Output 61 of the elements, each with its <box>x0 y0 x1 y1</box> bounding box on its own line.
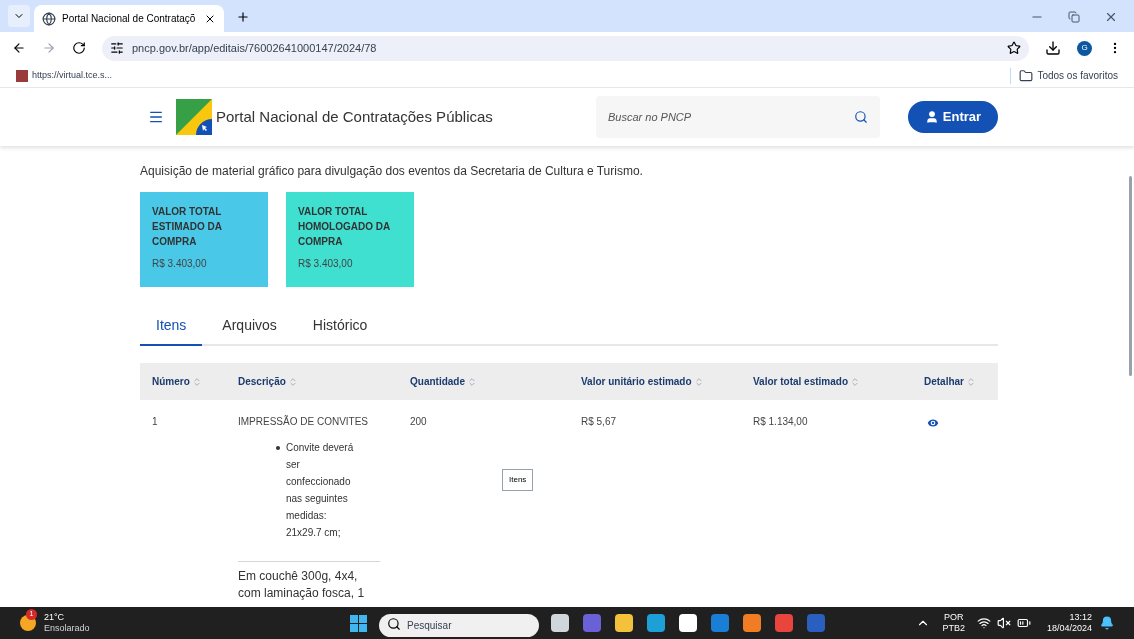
logo-icon <box>176 99 212 135</box>
restore-icon[interactable] <box>1068 11 1080 23</box>
search-icon <box>387 616 401 631</box>
table-cell-text: IMPRESSÃO DE CONVITES <box>238 414 370 429</box>
bookmarks-folder[interactable]: Todos os favoritos <box>1019 68 1118 83</box>
clock-date[interactable]: 18/04/2024 <box>1046 623 1092 634</box>
keyboard-layout-text[interactable]: PTB2 <box>942 623 965 634</box>
bookmark-star-icon[interactable] <box>1007 41 1021 55</box>
tab-title: Portal Nacional de Contrataçõ <box>62 12 197 26</box>
muted-speaker-icon[interactable] <box>996 616 1011 630</box>
bookmark-item[interactable]: https://virtual.tce.s... <box>16 68 113 83</box>
table-cell-text: 200 <box>410 415 428 429</box>
menu-icon[interactable] <box>148 109 164 125</box>
tab-list-button[interactable] <box>8 5 30 27</box>
address-bar[interactable]: pncp.gov.br/app/editais/76002641000147/2024/78 <box>102 35 1029 61</box>
site-settings-icon[interactable] <box>110 41 124 55</box>
download-icon[interactable] <box>1045 40 1061 56</box>
profile-avatar[interactable]: G <box>1077 40 1092 56</box>
item-specification: Em couchê 300g, 4x4, <box>238 568 359 585</box>
reload-icon[interactable] <box>72 41 86 55</box>
taskbar-search-field[interactable]: Pesquisar <box>379 613 539 637</box>
column-header[interactable]: Valor unitário estimado <box>581 374 753 389</box>
content-tab[interactable]: Itens <box>140 315 203 346</box>
temperature-text: 21°C <box>44 612 66 623</box>
url-text: pncp.gov.br/app/editais/76002641000147/2024/78 <box>132 40 377 56</box>
login-button[interactable]: Entrar <box>908 101 998 133</box>
column-header[interactable]: Quantidade <box>410 374 581 389</box>
card-value: R$ 3.403,00 <box>152 257 208 271</box>
tooltip: Itens <box>502 469 534 491</box>
notification-bell-icon[interactable] <box>1100 616 1114 630</box>
browser-tab[interactable]: Portal Nacional de Contrataçõ <box>34 5 224 32</box>
content-tab[interactable]: Arquivos <box>206 315 293 346</box>
sun-icon <box>20 615 36 631</box>
site-title: Portal Nacional de Contratações Públicas <box>216 106 493 127</box>
card-label: VALOR TOTAL ESTIMADO DA COMPRA <box>152 205 223 249</box>
column-header[interactable]: Valor total estimado <box>753 374 924 389</box>
item-specification: com laminação fosca, 1 <box>238 585 366 602</box>
table-cell-text: R$ 1.134,00 <box>753 415 809 429</box>
description-text: Aquisição de material gráfico para divulgação dos eventos da Secretaria de Cultura e Turismo. <box>140 163 644 180</box>
weather-condition: Ensolarado <box>44 623 90 634</box>
back-icon[interactable] <box>12 41 26 55</box>
content-tab[interactable]: Histórico <box>296 315 384 346</box>
column-header[interactable]: Número <box>152 374 238 389</box>
globe-icon <box>42 11 56 26</box>
card-label: VALOR TOTAL HOMOLOGADO DA COMPRA <box>298 205 391 249</box>
battery-icon[interactable] <box>1016 616 1031 630</box>
table-cell-text: R$ 5,67 <box>581 415 618 429</box>
user-icon <box>924 110 939 124</box>
search-icon[interactable] <box>854 110 868 124</box>
search-field[interactable]: Buscar no PNCP <box>596 96 880 138</box>
table-cell-text: 1 <box>152 415 159 429</box>
clock-time[interactable]: 13:12 <box>1069 612 1092 623</box>
windows-start-icon[interactable] <box>350 614 367 632</box>
column-header[interactable]: Descrição <box>238 374 410 389</box>
wifi-icon[interactable] <box>976 616 991 630</box>
new-tab-icon[interactable] <box>236 10 250 24</box>
view-icon[interactable] <box>926 416 940 430</box>
item-specification: Convite deverá ser confeccionado nas seguintes medidas: 21x29.7 cm; <box>286 441 355 540</box>
card-value: R$ 3.403,00 <box>298 257 354 271</box>
column-header[interactable]: Detalhar <box>924 374 1010 389</box>
language-text[interactable]: POR <box>943 612 964 623</box>
